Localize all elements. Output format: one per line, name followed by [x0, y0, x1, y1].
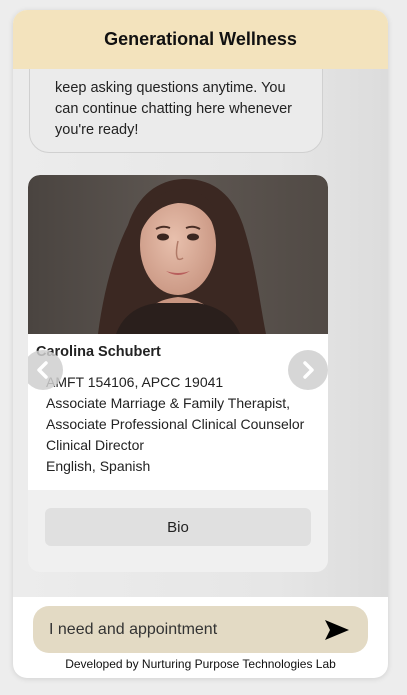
- header-title: Generational Wellness: [104, 29, 297, 49]
- message-line: can continue chatting here whenever: [55, 101, 292, 117]
- therapist-photo: [28, 175, 328, 334]
- languages-line: English, Spanish: [46, 458, 151, 474]
- message-input[interactable]: [49, 606, 309, 653]
- send-arrow-icon: [325, 619, 349, 640]
- therapist-details: AMFT 154106, APCC 19041 Associate Marria…: [46, 372, 304, 477]
- chevron-right-icon: [303, 361, 314, 379]
- footer-credit: Developed by Nurturing Purpose Technolog…: [65, 657, 336, 671]
- carousel-next-button[interactable]: [288, 350, 328, 390]
- bot-message-bubble: keep asking questions anytime. You can c…: [29, 69, 323, 153]
- title-line: Associate Marriage & Family Therapist,: [46, 395, 291, 411]
- license-line: AMFT 154106, APCC 19041: [46, 374, 224, 390]
- title-line: Associate Professional Clinical Counselo…: [46, 416, 305, 432]
- send-button[interactable]: [322, 616, 352, 643]
- message-line: keep asking questions anytime. You: [55, 80, 286, 96]
- message-input-bar: [33, 606, 368, 653]
- therapist-info: Carolina Schubert AMFT 154106, APCC 1904…: [28, 334, 328, 490]
- therapist-carousel-card: Carolina Schubert AMFT 154106, APCC 1904…: [28, 175, 328, 572]
- chat-widget: Generational Wellness keep asking questi…: [13, 10, 388, 678]
- bio-button[interactable]: Bio: [45, 508, 311, 546]
- message-line: you're ready!: [55, 122, 139, 138]
- chat-messages[interactable]: keep asking questions anytime. You can c…: [13, 69, 388, 597]
- chat-header: Generational Wellness: [13, 10, 388, 69]
- chevron-left-icon: [37, 361, 48, 379]
- role-line: Clinical Director: [46, 437, 145, 453]
